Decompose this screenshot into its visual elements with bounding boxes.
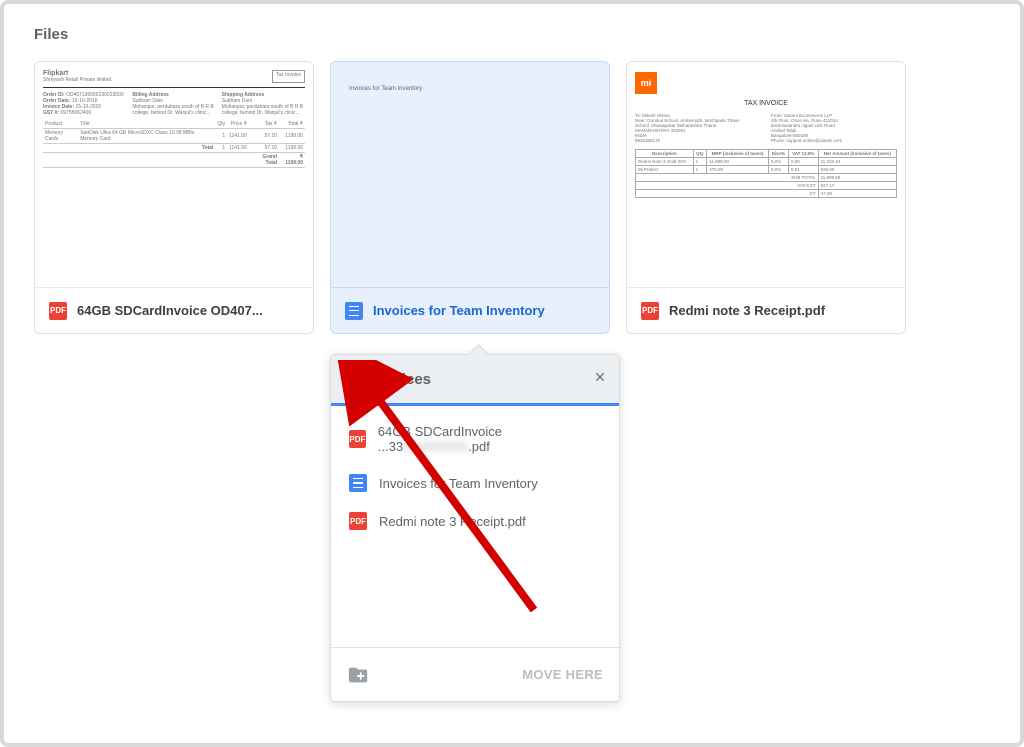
new-folder-icon bbox=[347, 664, 369, 686]
file-card[interactable]: mi TAX INVOICE To: Mitesh VermaNear: Gur… bbox=[626, 61, 906, 334]
file-card-footer: PDF 64GB SDCardInvoice OD407... bbox=[35, 287, 313, 333]
back-button[interactable] bbox=[343, 370, 361, 388]
file-card-footer: PDF Redmi note 3 Receipt.pdf bbox=[627, 287, 905, 333]
list-item[interactable]: Invoices for Team Inventory bbox=[331, 464, 619, 502]
list-item[interactable]: PDF Redmi note 3 Receipt.pdf bbox=[331, 502, 619, 540]
file-name: Redmi note 3 Receipt.pdf bbox=[669, 303, 825, 318]
move-popover: Invoices PDF 64GB SDCardInvoice ...33000… bbox=[330, 354, 620, 702]
file-thumbnail: Invoices for Team Inventory bbox=[331, 62, 609, 287]
popover-header: Invoices bbox=[331, 355, 619, 403]
file-name: Invoices for Team Inventory bbox=[373, 303, 545, 318]
list-item-label: Invoices for Team Inventory bbox=[379, 476, 538, 491]
pdf-icon: PDF bbox=[349, 430, 366, 448]
list-item-label: 64GB SDCardInvoice ...33000000000.pdf bbox=[378, 424, 601, 454]
list-item-label: Redmi note 3 Receipt.pdf bbox=[379, 514, 526, 529]
arrow-left-icon bbox=[343, 370, 361, 388]
file-card[interactable]: Flipkart Shreyash Retail Private limited… bbox=[34, 61, 314, 334]
popover-title: Invoices bbox=[371, 371, 431, 388]
close-icon bbox=[593, 370, 607, 384]
doc-icon bbox=[349, 474, 367, 492]
pdf-icon: PDF bbox=[349, 512, 367, 530]
file-card-footer: Invoices for Team Inventory bbox=[331, 287, 609, 333]
section-title: Files bbox=[34, 26, 990, 43]
doc-icon bbox=[345, 302, 363, 320]
file-thumbnail: mi TAX INVOICE To: Mitesh VermaNear: Gur… bbox=[627, 62, 905, 287]
list-item[interactable]: PDF 64GB SDCardInvoice ...33000000000.pd… bbox=[331, 414, 619, 464]
file-thumbnail: Flipkart Shreyash Retail Private limited… bbox=[35, 62, 313, 287]
pdf-icon: PDF bbox=[49, 302, 67, 320]
file-grid: Flipkart Shreyash Retail Private limited… bbox=[34, 61, 990, 334]
popover-footer: MOVE HERE bbox=[331, 647, 619, 701]
drive-files-view: Files Flipkart Shreyash Retail Private l… bbox=[0, 0, 1024, 747]
new-folder-button[interactable] bbox=[347, 664, 369, 686]
file-name: 64GB SDCardInvoice OD407... bbox=[77, 303, 263, 318]
move-here-button[interactable]: MOVE HERE bbox=[522, 667, 603, 682]
popover-list: PDF 64GB SDCardInvoice ...33000000000.pd… bbox=[331, 406, 619, 647]
pdf-icon: PDF bbox=[641, 302, 659, 320]
file-card[interactable]: Invoices for Team Inventory Invoices for… bbox=[330, 61, 610, 334]
close-button[interactable] bbox=[593, 370, 607, 389]
